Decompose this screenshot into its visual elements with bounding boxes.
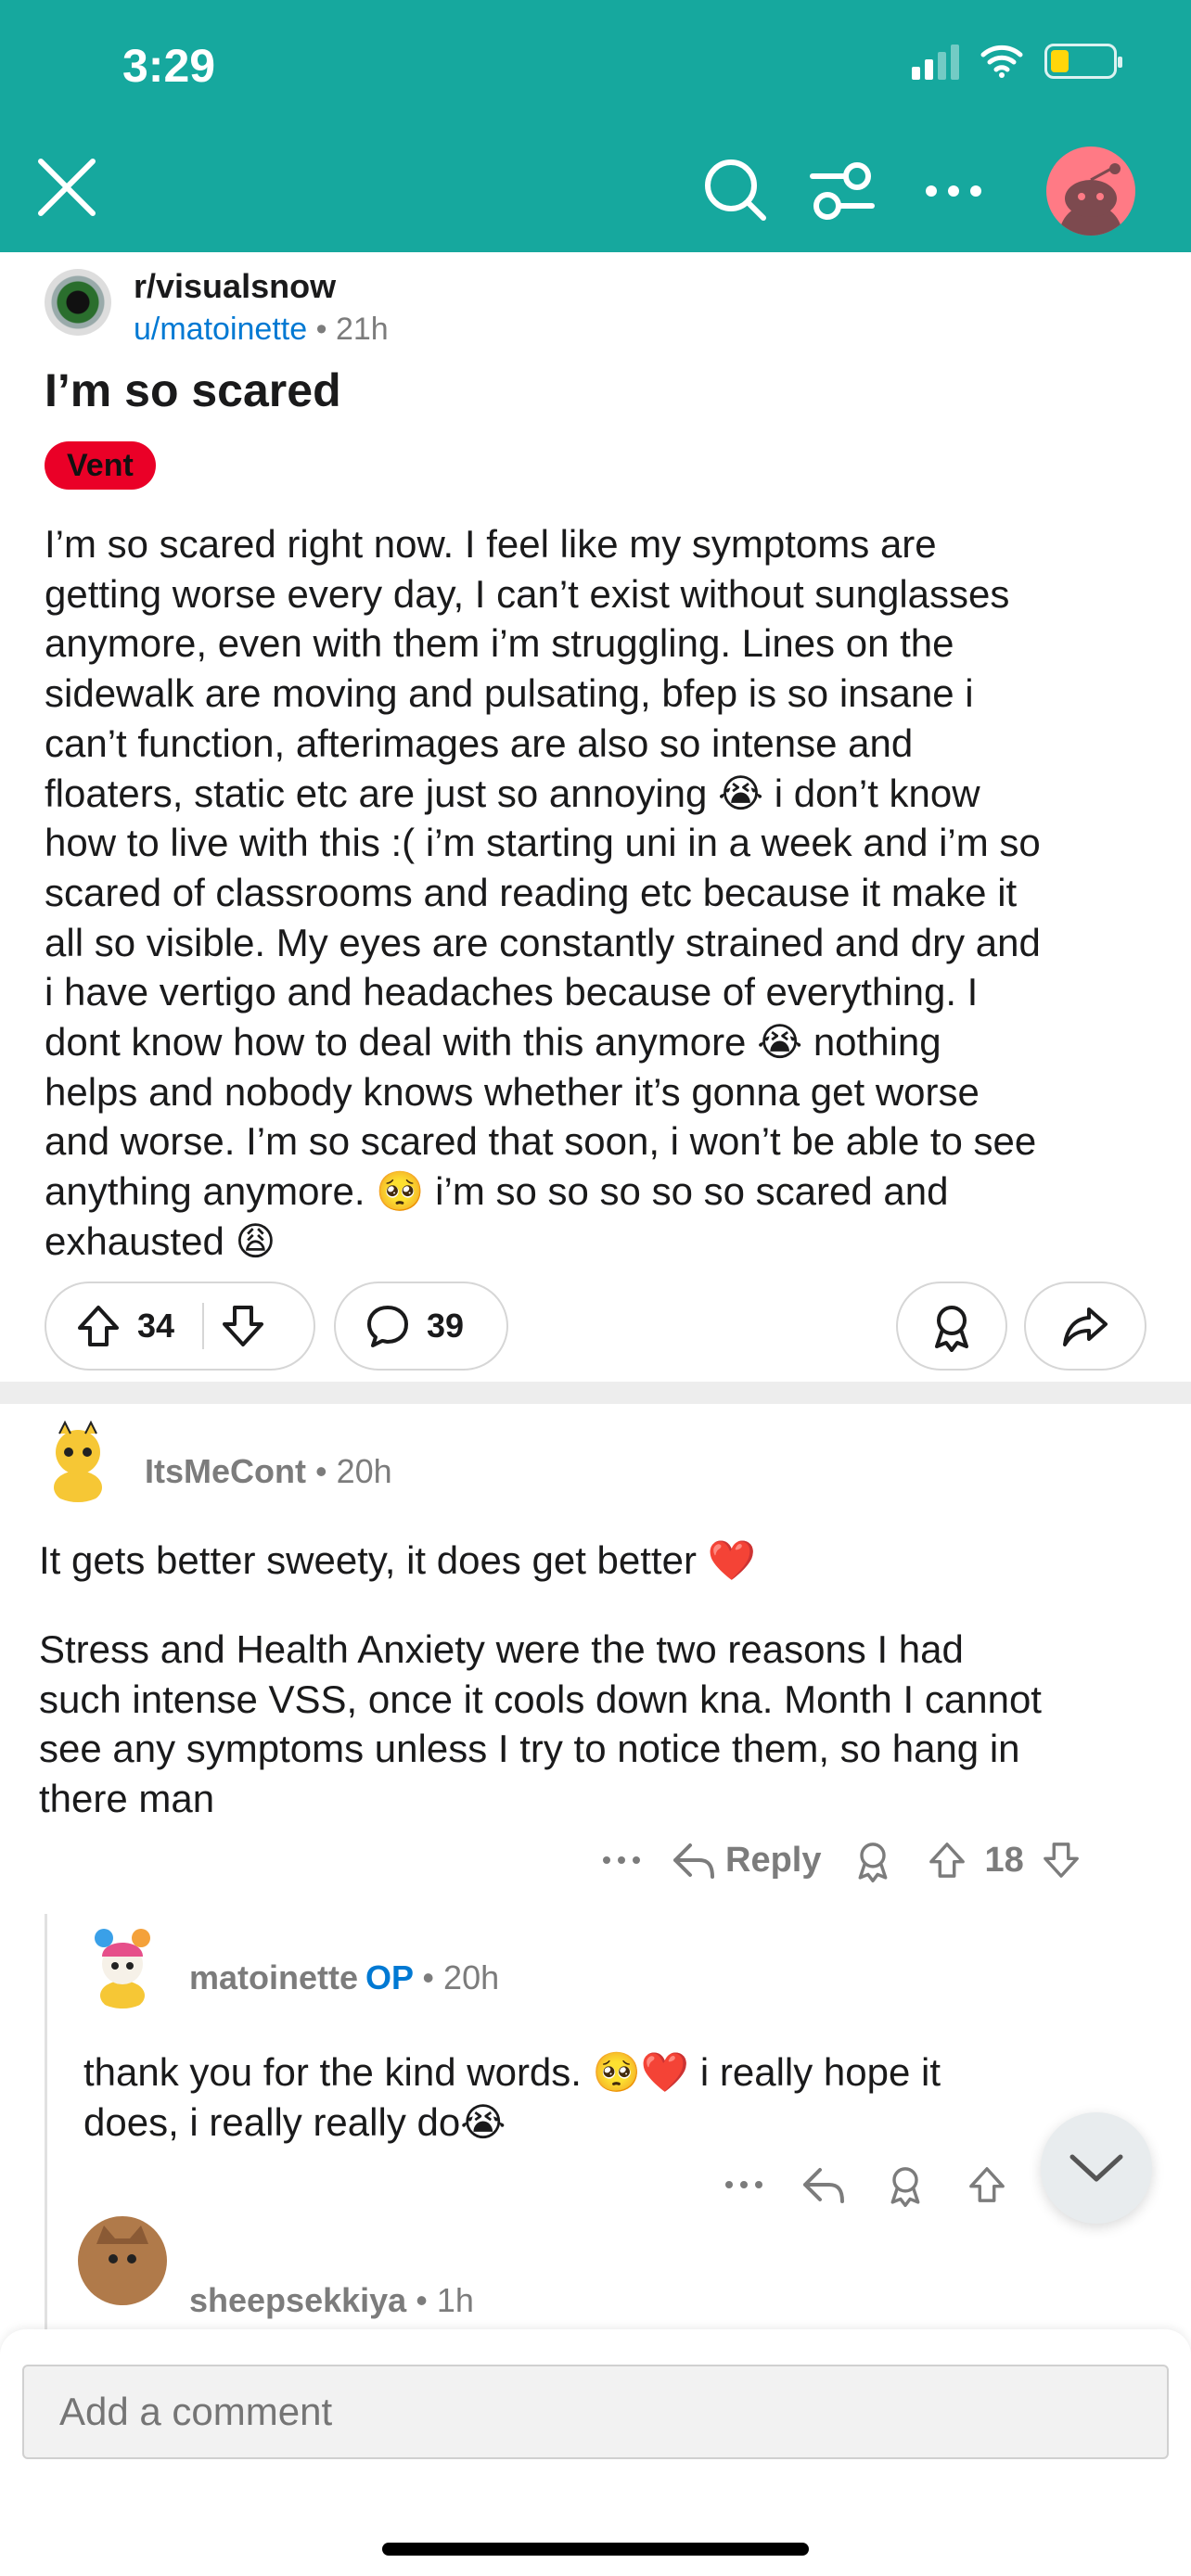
post-body: I’m so scared right now. I feel like my …: [45, 522, 1041, 1263]
more-icon: [926, 185, 981, 197]
app-header: 3:29: [0, 0, 1191, 252]
award-button[interactable]: [896, 1282, 1007, 1371]
more-icon[interactable]: [601, 1851, 642, 1869]
upvote-icon[interactable]: [965, 2162, 1009, 2207]
post-age: 21h: [335, 312, 389, 347]
upvote-button[interactable]: [72, 1300, 124, 1352]
snoo-avatar-icon: [80, 1921, 165, 2009]
vote-divider: [202, 1303, 205, 1349]
status-icons: [912, 43, 1122, 80]
user-avatar-button[interactable]: [1046, 147, 1135, 236]
comment-author[interactable]: sheepsekkiya: [189, 2281, 406, 2319]
reply-icon[interactable]: [801, 2164, 846, 2205]
home-indicator: [382, 2543, 809, 2556]
award-icon: [935, 1306, 968, 1352]
more-icon[interactable]: [724, 2175, 764, 2194]
post-vote-count: 34: [137, 1307, 175, 1345]
cellular-signal-icon: [912, 43, 959, 80]
status-time: 3:29: [122, 40, 216, 92]
battery-icon: [1044, 44, 1122, 79]
comment-username[interactable]: matoinette OP • 20h: [189, 1958, 499, 1997]
reply-button[interactable]: Reply: [672, 1840, 821, 1881]
award-icon[interactable]: [851, 1836, 895, 1884]
reply-icon: [673, 1843, 714, 1879]
wifi-icon: [980, 45, 1023, 78]
comment-composer-bar: [0, 2329, 1191, 2576]
comment-vote-count: 18: [984, 1840, 1024, 1880]
share-button[interactable]: [1024, 1282, 1146, 1371]
close-icon: [38, 159, 96, 216]
sort-filter-button[interactable]: [809, 159, 876, 221]
comment-icon: [367, 1306, 408, 1347]
comment-avatar[interactable]: [78, 1919, 167, 2009]
meta-separator: •: [315, 1452, 327, 1490]
subreddit-name[interactable]: r/visualsnow: [134, 267, 336, 306]
upvote-icon: [78, 1306, 119, 1346]
post-title: I’m so scared: [45, 364, 341, 416]
search-button[interactable]: [701, 156, 768, 223]
post-flair[interactable]: Vent: [45, 441, 156, 490]
comment-body-paragraph: It gets better sweety, it does get bette…: [39, 1538, 756, 1582]
comment-age: 20h: [443, 1958, 500, 1996]
downvote-icon: [223, 1306, 264, 1346]
subreddit-avatar[interactable]: [45, 269, 111, 336]
thread-line[interactable]: [45, 1914, 47, 2340]
op-badge: OP: [365, 1958, 414, 1996]
post-author[interactable]: u/matoinette: [134, 312, 307, 347]
cat-avatar-icon: [96, 2225, 148, 2264]
meta-separator: •: [422, 1958, 435, 1996]
share-icon: [1063, 1307, 1108, 1346]
comments-button[interactable]: 39: [334, 1282, 508, 1371]
meta-separator: •: [416, 2281, 428, 2319]
comment-body: thank you for the kind words. 🥺❤️ i real…: [83, 2050, 941, 2144]
close-button[interactable]: [35, 156, 98, 219]
section-divider: [0, 1382, 1191, 1404]
meta-separator: •: [315, 312, 327, 347]
chevron-down-icon: [1069, 2154, 1123, 2182]
snoo-avatar-icon: [1059, 163, 1122, 236]
comment-vote-control: 18: [925, 1838, 1082, 1882]
post-meta: u/matoinette • 21h: [134, 312, 389, 348]
reply-label: Reply: [725, 1840, 822, 1880]
comment-actions: [724, 2161, 1009, 2209]
comment-avatar[interactable]: [78, 2216, 167, 2305]
comment-author[interactable]: ItsMeCont: [145, 1452, 306, 1490]
sort-filter-icon: [810, 162, 875, 220]
comment-age: 1h: [436, 2281, 474, 2319]
post-comment-count: 39: [427, 1307, 465, 1345]
award-icon[interactable]: [883, 2161, 928, 2209]
comment-avatar[interactable]: [33, 1413, 122, 1502]
scroll-to-next-button[interactable]: [1041, 2112, 1152, 2224]
search-icon: [705, 159, 766, 221]
comment-body-paragraph: Stress and Health Anxiety were the two r…: [39, 1627, 1042, 1821]
more-options-button[interactable]: [922, 172, 985, 210]
downvote-icon[interactable]: [1039, 1838, 1083, 1882]
comment-username[interactable]: ItsMeCont • 20h: [145, 1452, 392, 1491]
comment-author[interactable]: matoinette: [189, 1958, 358, 1996]
comment-age: 20h: [336, 1452, 392, 1490]
comment-username[interactable]: sheepsekkiya • 1h: [189, 2281, 474, 2320]
downvote-button[interactable]: [217, 1300, 269, 1352]
vote-control: 34: [45, 1282, 315, 1371]
add-comment-input[interactable]: [22, 2365, 1169, 2459]
comment-actions: Reply 18: [601, 1836, 1083, 1884]
snoo-avatar-icon: [35, 1415, 121, 1502]
upvote-icon[interactable]: [925, 1838, 969, 1882]
